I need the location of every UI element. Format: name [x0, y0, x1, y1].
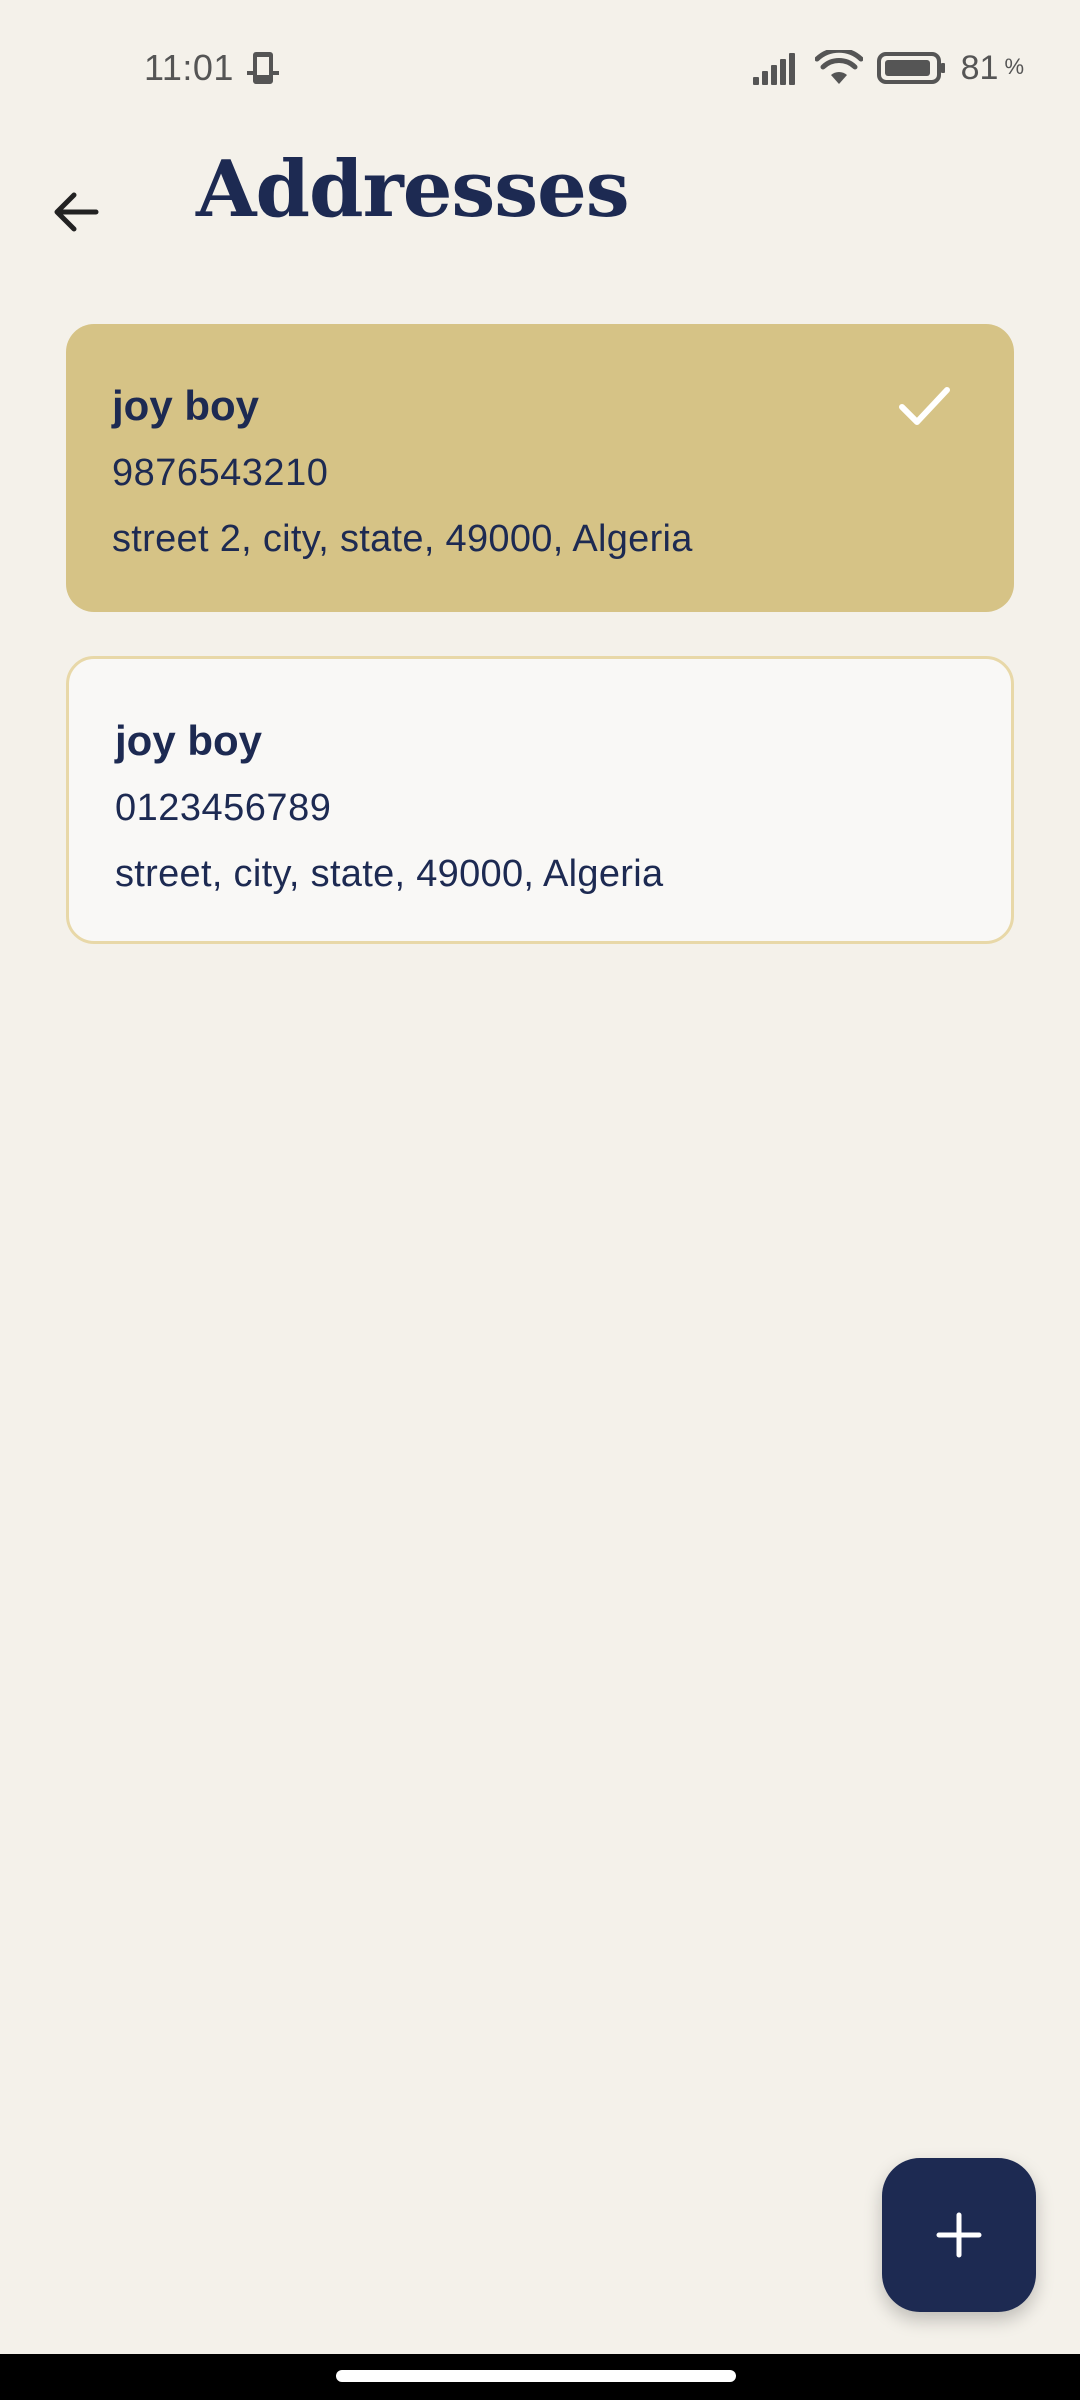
address-line: street, city, state, 49000, Algeria	[115, 853, 664, 895]
navigation-bar	[0, 2354, 1080, 2400]
address-line: street 2, city, state, 49000, Algeria	[112, 518, 693, 560]
status-time: 11:01	[144, 47, 234, 88]
address-phone: 9876543210	[112, 452, 329, 494]
back-button[interactable]	[36, 172, 116, 252]
address-card[interactable]: joy boy 0123456789 street, city, state, …	[66, 656, 1014, 944]
screen: 11:01 81 % Addresses joy boy 9876543210 …	[0, 0, 1080, 2400]
battery-icon	[876, 51, 947, 85]
check-icon	[896, 378, 952, 434]
address-list: joy boy 9876543210 street 2, city, state…	[66, 324, 1014, 988]
add-address-button[interactable]	[882, 2158, 1036, 2312]
address-name: joy boy	[115, 717, 263, 764]
status-left: 11:01	[144, 47, 282, 89]
home-indicator[interactable]	[336, 2370, 736, 2382]
app-bar: Addresses	[0, 136, 1080, 286]
address-name: joy boy	[112, 382, 260, 429]
plus-icon	[935, 2211, 983, 2259]
signal-icon	[751, 51, 801, 85]
arrow-back-icon	[50, 186, 102, 238]
battery-percent: 81	[960, 48, 999, 87]
status-right: 81 %	[751, 49, 1024, 88]
battery-percent-sign: %	[1004, 53, 1024, 79]
address-phone: 0123456789	[115, 787, 332, 829]
address-card-selected[interactable]: joy boy 9876543210 street 2, city, state…	[66, 324, 1014, 612]
status-bar: 11:01 81 %	[0, 0, 1080, 136]
page-title: Addresses	[196, 144, 630, 235]
wifi-icon	[814, 50, 863, 86]
notification-phone-icon	[244, 49, 282, 87]
